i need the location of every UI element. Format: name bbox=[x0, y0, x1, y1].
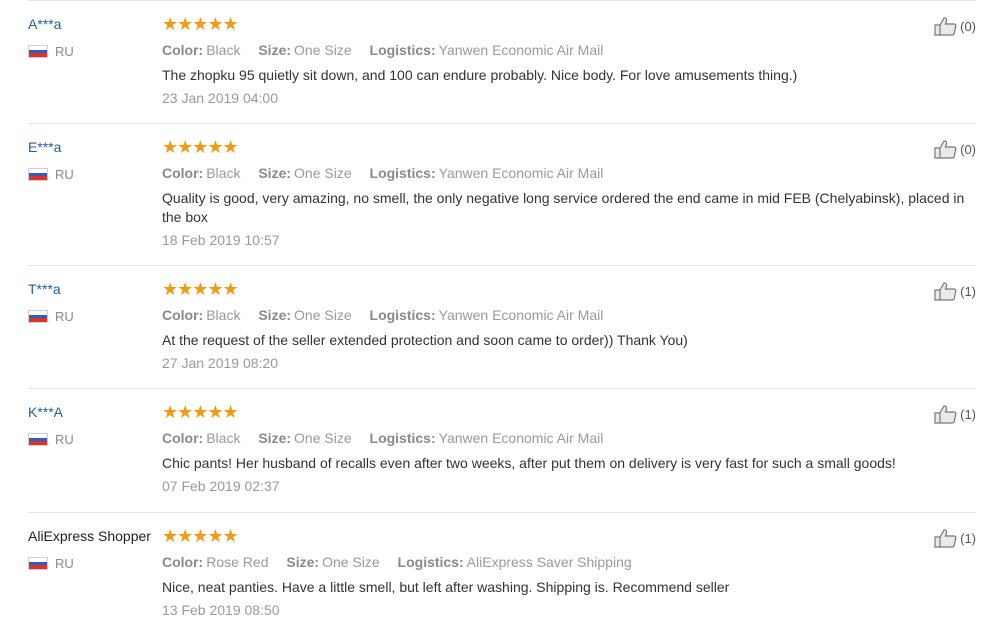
reviewer-country: RU bbox=[28, 432, 74, 447]
color-value: Black bbox=[206, 165, 241, 181]
review-text: Quality is good, very amazing, no smell,… bbox=[162, 190, 965, 225]
helpful-button[interactable]: (0) bbox=[933, 139, 976, 159]
review-text: At the request of the seller extended pr… bbox=[162, 332, 688, 348]
helpful-count: (0) bbox=[960, 141, 976, 157]
reviewer-name[interactable]: E***a bbox=[28, 139, 61, 155]
helpful-button[interactable]: (1) bbox=[933, 281, 976, 301]
size-value: One Size bbox=[294, 42, 352, 58]
color-label: Color: bbox=[162, 554, 204, 570]
helpful-button[interactable]: (0) bbox=[933, 16, 976, 36]
color-value: Black bbox=[206, 42, 241, 58]
reviewer-name[interactable]: T***a bbox=[28, 281, 61, 297]
helpful-count: (1) bbox=[960, 406, 976, 422]
reviewer-country: RU bbox=[28, 167, 74, 182]
thumbs-up-icon bbox=[934, 140, 957, 159]
rating-stars: ★★★★★ bbox=[162, 402, 239, 422]
russia-flag-icon bbox=[28, 168, 48, 181]
rating-stars: ★★★★★ bbox=[162, 137, 239, 157]
review-text: The zhopku 95 quietly sit down, and 100 … bbox=[162, 67, 798, 83]
size-label: Size: bbox=[286, 554, 320, 570]
rating-stars: ★★★★★ bbox=[162, 14, 239, 34]
country-code: RU bbox=[55, 167, 74, 182]
logistics-label: Logistics: bbox=[369, 165, 436, 181]
helpful-button[interactable]: (1) bbox=[933, 404, 976, 424]
size-value: One Size bbox=[322, 554, 380, 570]
logistics-label: Logistics: bbox=[369, 307, 436, 323]
thumbs-up-icon bbox=[934, 405, 957, 424]
review-text: Chic pants! Her husband of recalls even … bbox=[162, 455, 896, 471]
review-date: 07 Feb 2019 02:37 bbox=[162, 478, 280, 494]
helpful-button[interactable]: (1) bbox=[933, 528, 976, 548]
helpful-count: (0) bbox=[960, 18, 976, 34]
review-item: T***a RU ★★★★★ Color: Black Size: One Size… bbox=[28, 265, 976, 389]
review-item: AliExpress Shopper RU ★★★★★ Color: Rose R… bbox=[28, 512, 976, 637]
reviewer-country: RU bbox=[28, 556, 74, 571]
review-date: 23 Jan 2019 04:00 bbox=[162, 90, 278, 106]
country-code: RU bbox=[55, 556, 74, 571]
helpful-count: (1) bbox=[960, 283, 976, 299]
reviewer-name[interactable]: K***A bbox=[28, 404, 63, 420]
review-attributes: Color: Black Size: One Size Logistics: Yanw… bbox=[162, 42, 617, 58]
color-value: Black bbox=[206, 430, 241, 446]
size-label: Size: bbox=[258, 42, 292, 58]
reviewer-name[interactable]: A***a bbox=[28, 16, 61, 32]
rating-stars: ★★★★★ bbox=[162, 279, 239, 299]
logistics-label: Logistics: bbox=[397, 554, 464, 570]
reviewer-country: RU bbox=[28, 44, 74, 59]
size-value: One Size bbox=[294, 430, 352, 446]
logistics-label: Logistics: bbox=[369, 42, 436, 58]
country-code: RU bbox=[55, 309, 74, 324]
color-value: Rose Red bbox=[206, 554, 269, 570]
color-label: Color: bbox=[162, 430, 204, 446]
color-value: Black bbox=[206, 307, 241, 323]
russia-flag-icon bbox=[28, 557, 48, 570]
russia-flag-icon bbox=[28, 433, 48, 446]
color-label: Color: bbox=[162, 307, 204, 323]
helpful-count: (1) bbox=[960, 530, 976, 546]
size-value: One Size bbox=[294, 165, 352, 181]
review-date: 18 Feb 2019 10:57 bbox=[162, 232, 280, 248]
size-label: Size: bbox=[258, 307, 292, 323]
size-label: Size: bbox=[258, 165, 292, 181]
review-date: 27 Jan 2019 08:20 bbox=[162, 355, 278, 371]
logistics-label: Logistics: bbox=[369, 430, 436, 446]
review-attributes: Color: Black Size: One Size Logistics: Yanw… bbox=[162, 430, 617, 446]
review-item: A***a RU ★★★★★ Color: Black Size: One Size… bbox=[28, 0, 976, 124]
color-label: Color: bbox=[162, 42, 204, 58]
reviewer-name: AliExpress Shopper bbox=[28, 528, 151, 544]
logistics-value: Yanwen Economic Air Mail bbox=[438, 165, 604, 181]
russia-flag-icon bbox=[28, 310, 48, 323]
review-attributes: Color: Rose Red Size: One Size Logistics: A… bbox=[162, 554, 646, 570]
country-code: RU bbox=[55, 432, 74, 447]
russia-flag-icon bbox=[28, 45, 48, 58]
review-text: Nice, neat panties. Have a little smell,… bbox=[162, 579, 730, 595]
thumbs-up-icon bbox=[934, 282, 957, 301]
logistics-value: AliExpress Saver Shipping bbox=[466, 554, 632, 570]
review-item: K***A RU ★★★★★ Color: Black Size: One Size… bbox=[28, 388, 976, 513]
thumbs-up-icon bbox=[934, 17, 957, 36]
review-attributes: Color: Black Size: One Size Logistics: Yanw… bbox=[162, 307, 617, 323]
review-date: 13 Feb 2019 08:50 bbox=[162, 602, 280, 618]
size-value: One Size bbox=[294, 307, 352, 323]
country-code: RU bbox=[55, 44, 74, 59]
reviewer-country: RU bbox=[28, 309, 74, 324]
review-attributes: Color: Black Size: One Size Logistics: Yanw… bbox=[162, 165, 617, 181]
logistics-value: Yanwen Economic Air Mail bbox=[438, 430, 604, 446]
logistics-value: Yanwen Economic Air Mail bbox=[438, 307, 604, 323]
size-label: Size: bbox=[258, 430, 292, 446]
color-label: Color: bbox=[162, 165, 204, 181]
review-item: E***a RU ★★★★★ Color: Black Size: One Size… bbox=[28, 123, 976, 266]
rating-stars: ★★★★★ bbox=[162, 526, 239, 546]
logistics-value: Yanwen Economic Air Mail bbox=[438, 42, 604, 58]
thumbs-up-icon bbox=[934, 529, 957, 548]
